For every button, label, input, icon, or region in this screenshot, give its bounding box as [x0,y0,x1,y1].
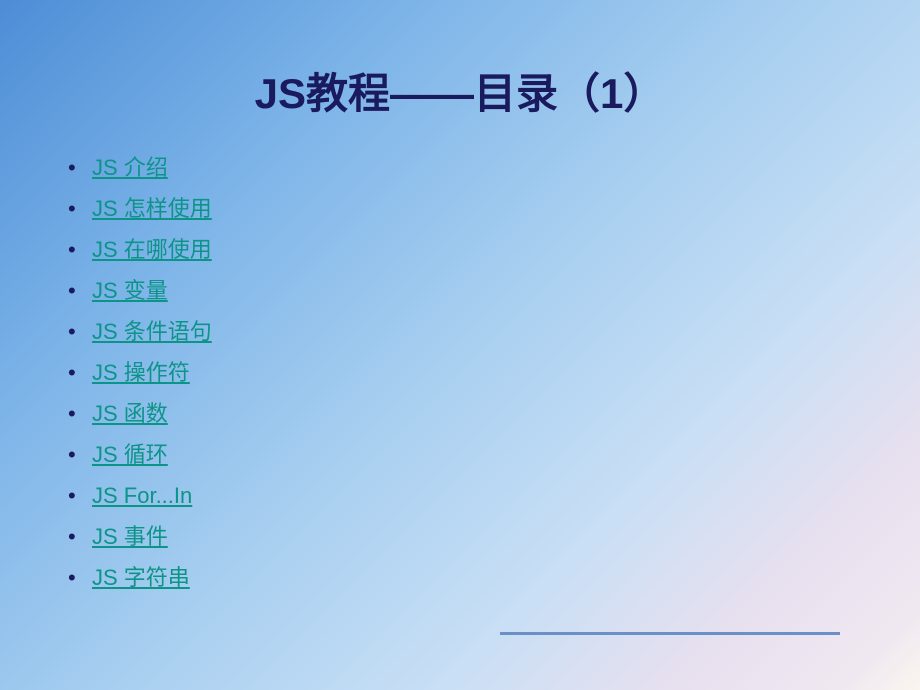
toc-link-events[interactable]: JS 事件 [92,524,168,549]
toc-link-functions[interactable]: JS 函数 [92,401,168,426]
toc-link-howto[interactable]: JS 怎样使用 [92,196,212,221]
list-item: JS 条件语句 [60,315,920,348]
list-item: JS 变量 [60,274,920,307]
list-item: JS 操作符 [60,356,920,389]
list-item: JS 在哪使用 [60,233,920,266]
divider-line [500,632,840,635]
list-item: JS 函数 [60,397,920,430]
toc-list: JS 介绍 JS 怎样使用 JS 在哪使用 JS 变量 JS 条件语句 JS 操… [0,141,920,594]
toc-link-intro[interactable]: JS 介绍 [92,155,168,180]
toc-link-strings[interactable]: JS 字符串 [92,565,190,590]
list-item: JS 字符串 [60,561,920,594]
toc-link-where[interactable]: JS 在哪使用 [92,237,212,262]
toc-link-operators[interactable]: JS 操作符 [92,360,190,385]
list-item: JS 介绍 [60,151,920,184]
toc-link-loops[interactable]: JS 循环 [92,442,168,467]
toc-link-conditionals[interactable]: JS 条件语句 [92,319,212,344]
list-item: JS 怎样使用 [60,192,920,225]
page-title: JS教程——目录（1） [0,0,920,141]
list-item: JS For...In [60,479,920,512]
toc-link-forin[interactable]: JS For...In [92,483,192,508]
toc-link-variables[interactable]: JS 变量 [92,278,168,303]
list-item: JS 事件 [60,520,920,553]
list-item: JS 循环 [60,438,920,471]
